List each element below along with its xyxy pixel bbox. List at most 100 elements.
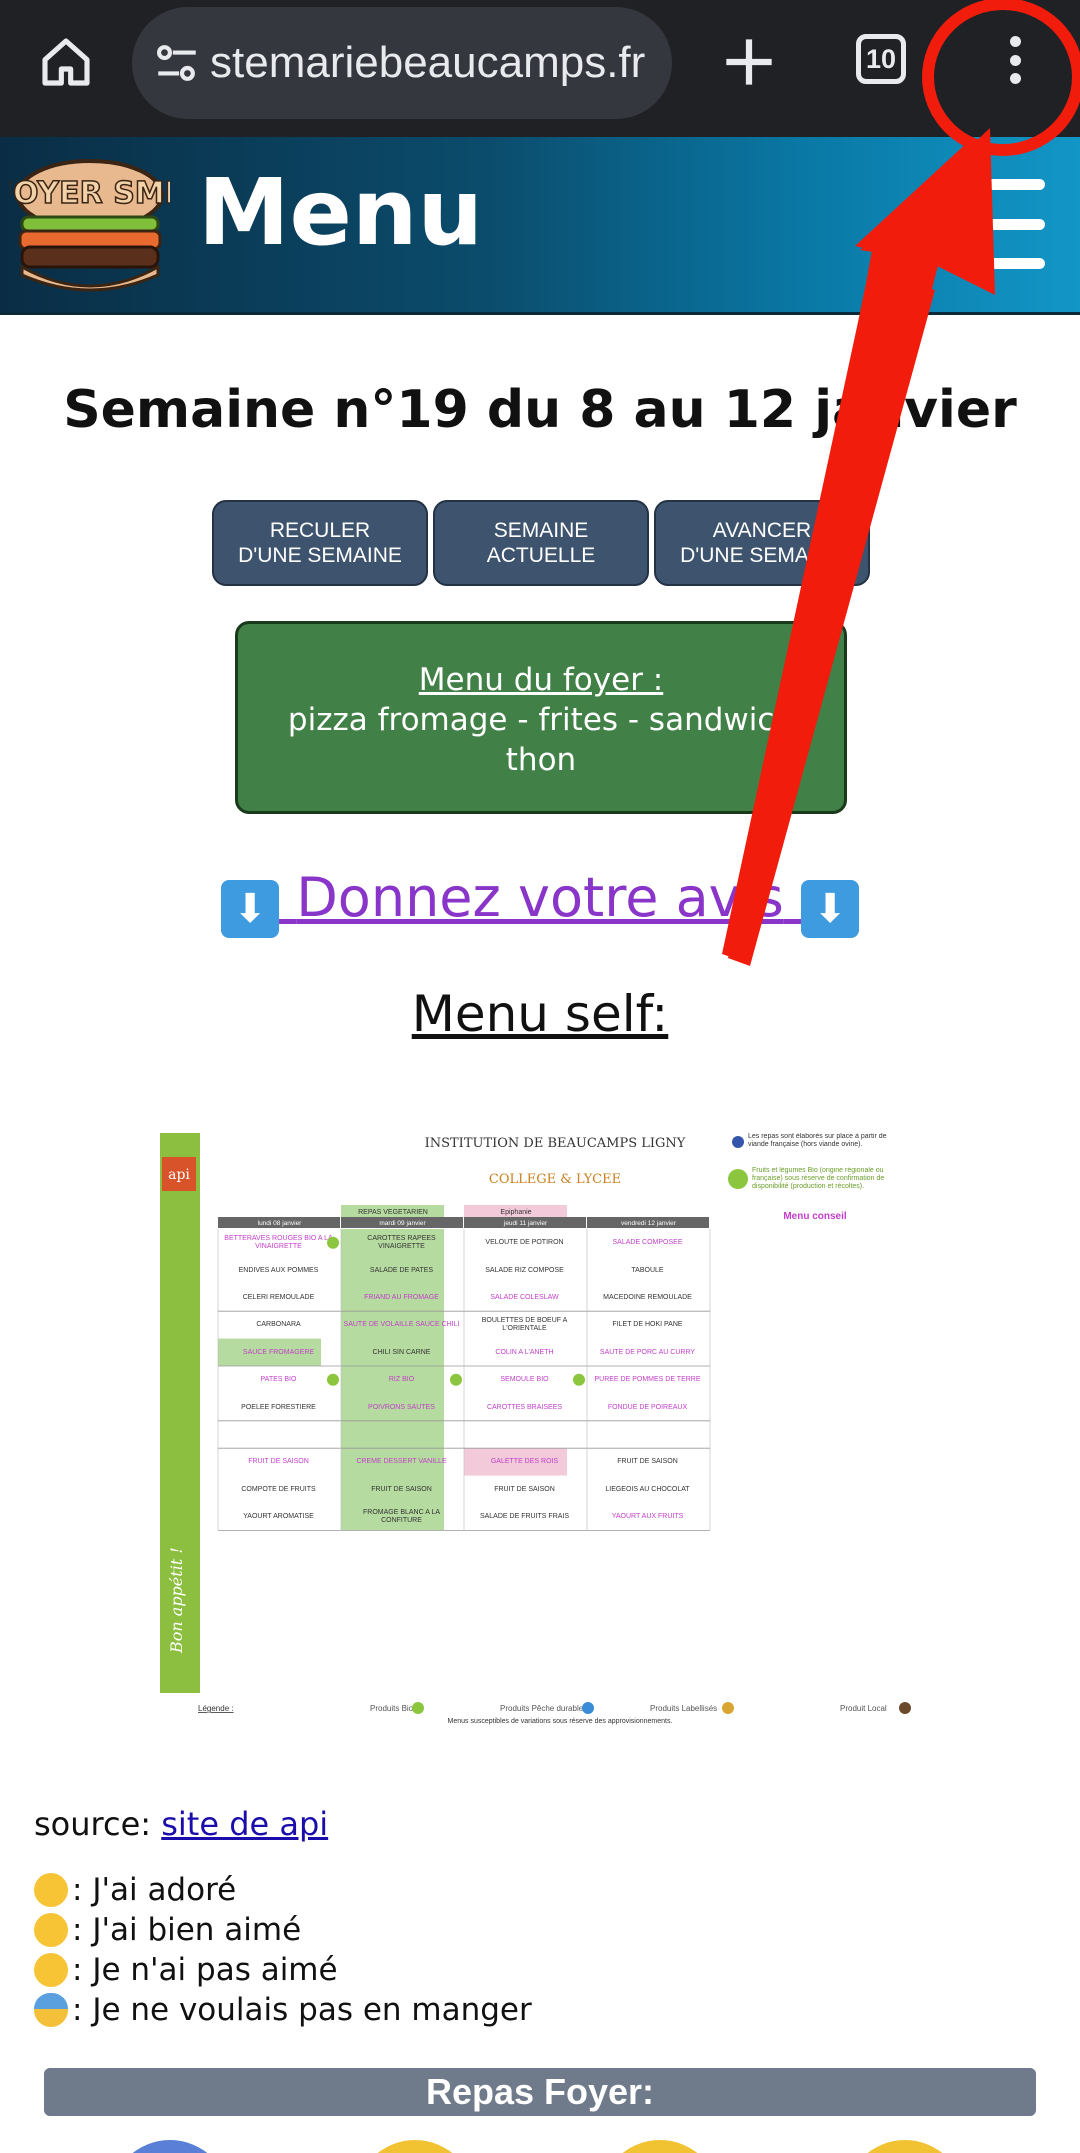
- legend-label: Légende :: [198, 1704, 234, 1713]
- menu-cell: LIEGEOIS AU CHOCOLAT: [605, 1485, 690, 1493]
- tab-switcher-button[interactable]: 10: [856, 34, 906, 84]
- button-label-line1: RECULER: [269, 519, 371, 542]
- hamburger-menu-button[interactable]: [965, 179, 1045, 269]
- menu-cell: CARBONARA: [256, 1321, 301, 1329]
- feedback-link-text: Donnez votre avis: [296, 866, 784, 929]
- hamburger-line: [965, 218, 1045, 230]
- button-label-line1: SEMAINE: [493, 519, 589, 542]
- menu-cell: SALADE COLESLAW: [490, 1293, 559, 1301]
- label-icon: [722, 1702, 734, 1714]
- menu-cell: FRUIT DE SAISON: [494, 1485, 555, 1493]
- url-text[interactable]: stemariebeaucamps.fr: [210, 38, 645, 88]
- fish-icon: [582, 1702, 594, 1714]
- hamburger-line: [965, 179, 1045, 190]
- fearful-face-icon: [34, 1993, 68, 2027]
- previous-week-button[interactable]: RECULER D'UNE SEMAINE: [212, 500, 428, 586]
- legend-item: : J'ai bien aimé: [34, 1910, 532, 1950]
- menu-cell: PATES BIO: [260, 1376, 297, 1384]
- foyer-logo[interactable]: FOYER SMB: [10, 155, 170, 295]
- bio-icon: [412, 1702, 424, 1714]
- source-label: source:: [34, 1805, 152, 1843]
- menu-cell: SALADE DE PATES: [369, 1266, 434, 1274]
- home-button[interactable]: [32, 28, 100, 96]
- legend-bio: Produits Bio: [370, 1704, 414, 1713]
- source-line: source: site de api: [34, 1805, 328, 1843]
- legend-text: Je ne voulais pas en manger: [92, 1992, 532, 2028]
- feedback-link[interactable]: ⬇ Donnez votre avis ⬇: [0, 866, 1080, 938]
- new-tab-button[interactable]: [715, 28, 783, 96]
- local-icon: [899, 1702, 911, 1714]
- smiley-face-icon: [34, 1913, 68, 1947]
- bon-appetit-text: Bon appétit !: [167, 1547, 186, 1654]
- browser-menu-button[interactable]: [990, 30, 1040, 90]
- menu-cell: TABOULE: [631, 1266, 664, 1274]
- bio-note: Fruits et légumes Bio (origine régionale…: [752, 1167, 885, 1190]
- next-week-button[interactable]: AVANCER D'UNE SEMAINE: [654, 500, 870, 586]
- legend-item: : Je n'ai pas aimé: [34, 1950, 532, 1990]
- menu-cell: COLIN A L'ANETH: [495, 1348, 554, 1356]
- epiphanie-tag-text: Epiphanie: [500, 1209, 531, 1216]
- current-week-button[interactable]: SEMAINE ACTUELLE: [433, 500, 649, 586]
- rating-button[interactable]: [845, 2140, 965, 2153]
- frowning-face-icon: [34, 1953, 68, 1987]
- menu-cell: POIVRONS SAUTES: [368, 1403, 435, 1411]
- kebab-dot: [1009, 73, 1021, 84]
- menu-cell: FRUIT DE SAISON: [371, 1485, 432, 1493]
- browser-toolbar: stemariebeaucamps.fr 10: [0, 0, 1080, 137]
- api-brand: api: [168, 1167, 190, 1183]
- menu-cell: RIZ BIO: [388, 1376, 415, 1384]
- legend-peche: Produits Pêche durable: [500, 1704, 584, 1713]
- legend-text: Je n'ai pas aimé: [92, 1952, 338, 1988]
- tab-count: 10: [865, 43, 897, 74]
- footer-note: Menus susceptibles de variations sous ré…: [448, 1718, 673, 1725]
- menu-cell: CELERI REMOULADE: [242, 1293, 315, 1301]
- page-title: Menu: [198, 159, 483, 266]
- menu-cell: POELEE FORESTIERE: [241, 1403, 316, 1411]
- menu-cell: SALADE COMPOSEE: [612, 1239, 683, 1247]
- menu-cell: CAROTTES RAPEES VINAIGRETTE: [367, 1235, 436, 1251]
- self-menu-image[interactable]: api Bon appétit ! INSTITUTION DE BEAUCAM…: [160, 1133, 930, 1733]
- menu-cell: BOULETTES DE BOEUF A L'ORIENTALE: [481, 1317, 568, 1333]
- legend-label-products: Produits Labellisés: [650, 1704, 717, 1713]
- menu-cell: SAUTE DE PORC AU CURRY: [599, 1348, 696, 1356]
- button-label-line1: AVANCER: [712, 519, 812, 542]
- rating-button[interactable]: [600, 2140, 720, 2153]
- menu-cell: SALADE DE FRUITS FRAIS: [479, 1513, 570, 1521]
- menu-cell: ENDIVES AUX POMMES: [238, 1266, 319, 1274]
- site-header: FOYER SMB Menu: [0, 137, 1080, 315]
- source-link[interactable]: site de api: [161, 1805, 328, 1843]
- legend-item: : J'ai adoré: [34, 1870, 532, 1910]
- yum-face-icon: [34, 1873, 68, 1907]
- foyer-menu-line1: pizza fromage - frites - sandwich: [287, 702, 795, 738]
- menu-cell: FRUIT DE SAISON: [248, 1458, 309, 1466]
- plus-icon: [726, 39, 772, 85]
- bio-icon: [327, 1373, 339, 1386]
- legend-local: Produit Local: [840, 1704, 887, 1713]
- menu-cell: PUREE DE POMMES DE TERRE: [594, 1376, 701, 1384]
- legend-item: : Je ne voulais pas en manger: [34, 1990, 532, 2030]
- french-flag-icon: [732, 1136, 744, 1148]
- site-settings-icon[interactable]: [152, 38, 202, 88]
- day-header-text: vendredi 12 janvier: [621, 1220, 677, 1227]
- logo-text: FOYER SMB: [10, 176, 170, 211]
- menu-cell: MACEDOINE REMOULADE: [603, 1293, 692, 1301]
- bio-icon: [728, 1169, 748, 1189]
- menu-conseil: Menu conseil: [783, 1211, 847, 1222]
- legend-text: J'ai bien aimé: [92, 1912, 302, 1948]
- down-arrow-icon: ⬇: [800, 880, 859, 938]
- rating-button[interactable]: [355, 2140, 475, 2153]
- kebab-dot: [1009, 54, 1021, 66]
- foyer-menu-box: Menu du foyer : pizza fromage - frites -…: [235, 621, 847, 814]
- day-header-text: lundi 08 janvier: [258, 1220, 303, 1227]
- rating-button[interactable]: [110, 2140, 230, 2153]
- menu-cell: FRUIT DE SAISON: [617, 1458, 678, 1466]
- menu-cell: FROMAGE BLANC A LA CONFITURE: [362, 1509, 441, 1525]
- address-bar[interactable]: stemariebeaucamps.fr: [132, 7, 672, 119]
- bio-icon: [327, 1236, 339, 1249]
- foyer-menu-line2: thon: [505, 742, 577, 778]
- menu-cell: COMPOTE DE FRUITS: [241, 1485, 316, 1493]
- meat-note: Les repas sont élaborés sur place à part…: [748, 1133, 887, 1148]
- rating-buttons-peek: [0, 2140, 1080, 2153]
- school-name: COLLEGE & LYCEE: [489, 1172, 621, 1187]
- menu-cell: SAUTE DE VOLAILLE SAUCE CHILI: [343, 1321, 460, 1329]
